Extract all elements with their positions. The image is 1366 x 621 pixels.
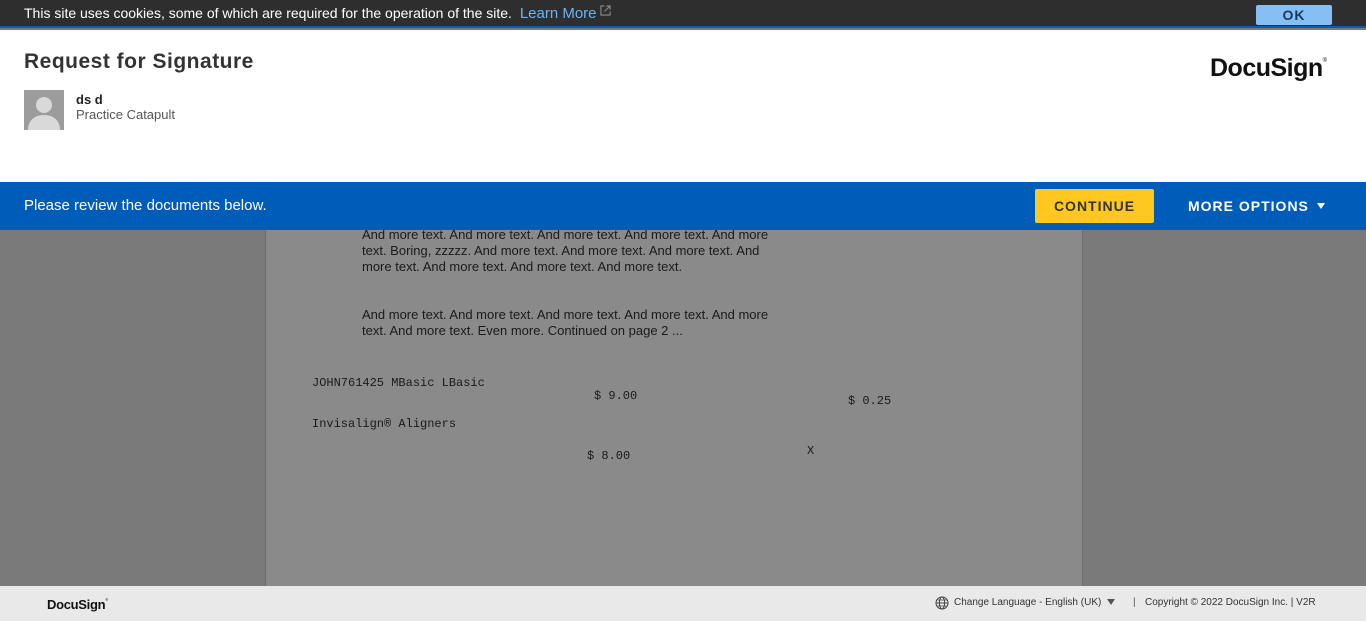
- document-paragraph: And more text. And more text. And more t…: [362, 230, 769, 274]
- footer-separator: |: [1133, 597, 1136, 608]
- document-viewer[interactable]: And more text. And more text. And more t…: [0, 230, 1366, 586]
- logo-trademark: ®: [1322, 58, 1327, 64]
- document-page[interactable]: And more text. And more text. And more t…: [265, 230, 1083, 586]
- globe-icon[interactable]: [935, 596, 949, 610]
- more-options-label: MORE OPTIONS: [1188, 198, 1309, 214]
- continue-button[interactable]: CONTINUE: [1035, 189, 1154, 223]
- page-title: Request for Signature: [24, 50, 254, 73]
- sender-name: ds d: [76, 92, 103, 107]
- action-bar: Please review the documents below. CONTI…: [0, 182, 1366, 230]
- logo-text: DocuSign: [1210, 54, 1323, 82]
- line-item-name: Invisalign® Aligners: [312, 417, 457, 431]
- line-item-extra-price: $ 0.25: [848, 394, 892, 408]
- document-paragraph: And more text. And more text. And more t…: [362, 307, 769, 338]
- line-item-name: JOHN761425 MBasic LBasic: [312, 376, 485, 390]
- line-item-price: $ 8.00: [587, 449, 631, 463]
- caret-down-icon[interactable]: [1107, 599, 1115, 605]
- learn-more-link[interactable]: Learn More: [520, 5, 611, 22]
- more-options-button[interactable]: MORE OPTIONS: [1188, 198, 1325, 214]
- copyright-text: Copyright © 2022 DocuSign Inc. | V2R: [1145, 597, 1316, 608]
- avatar: [24, 90, 64, 130]
- cookie-message: This site uses cookies, some of which ar…: [24, 5, 611, 22]
- page-footer: DocuSign® Change Language - English (UK)…: [0, 586, 1366, 621]
- user-silhouette-icon: [24, 90, 64, 130]
- review-message: Please review the documents below.: [24, 197, 267, 214]
- external-link-icon: [599, 5, 611, 16]
- page-header: Request for Signature ds d Practice Cata…: [0, 30, 1366, 182]
- line-item-price: $ 9.00: [594, 389, 638, 403]
- footer-logo-text: DocuSign: [47, 597, 106, 612]
- learn-more-label: Learn More: [519, 5, 597, 22]
- cookie-text: This site uses cookies, some of which ar…: [24, 5, 512, 21]
- footer-logo: DocuSign®: [47, 597, 108, 612]
- line-item-mark: X: [807, 444, 815, 458]
- caret-down-icon: [1316, 203, 1325, 209]
- cookie-banner: This site uses cookies, some of which ar…: [0, 0, 1366, 28]
- change-language-select[interactable]: Change Language - English (UK): [954, 597, 1101, 608]
- sender-organization: Practice Catapult: [76, 107, 175, 122]
- footer-logo-trademark: ®: [105, 597, 108, 602]
- docusign-logo: DocuSign®: [1210, 54, 1327, 83]
- cookie-ok-button[interactable]: OK: [1256, 5, 1332, 25]
